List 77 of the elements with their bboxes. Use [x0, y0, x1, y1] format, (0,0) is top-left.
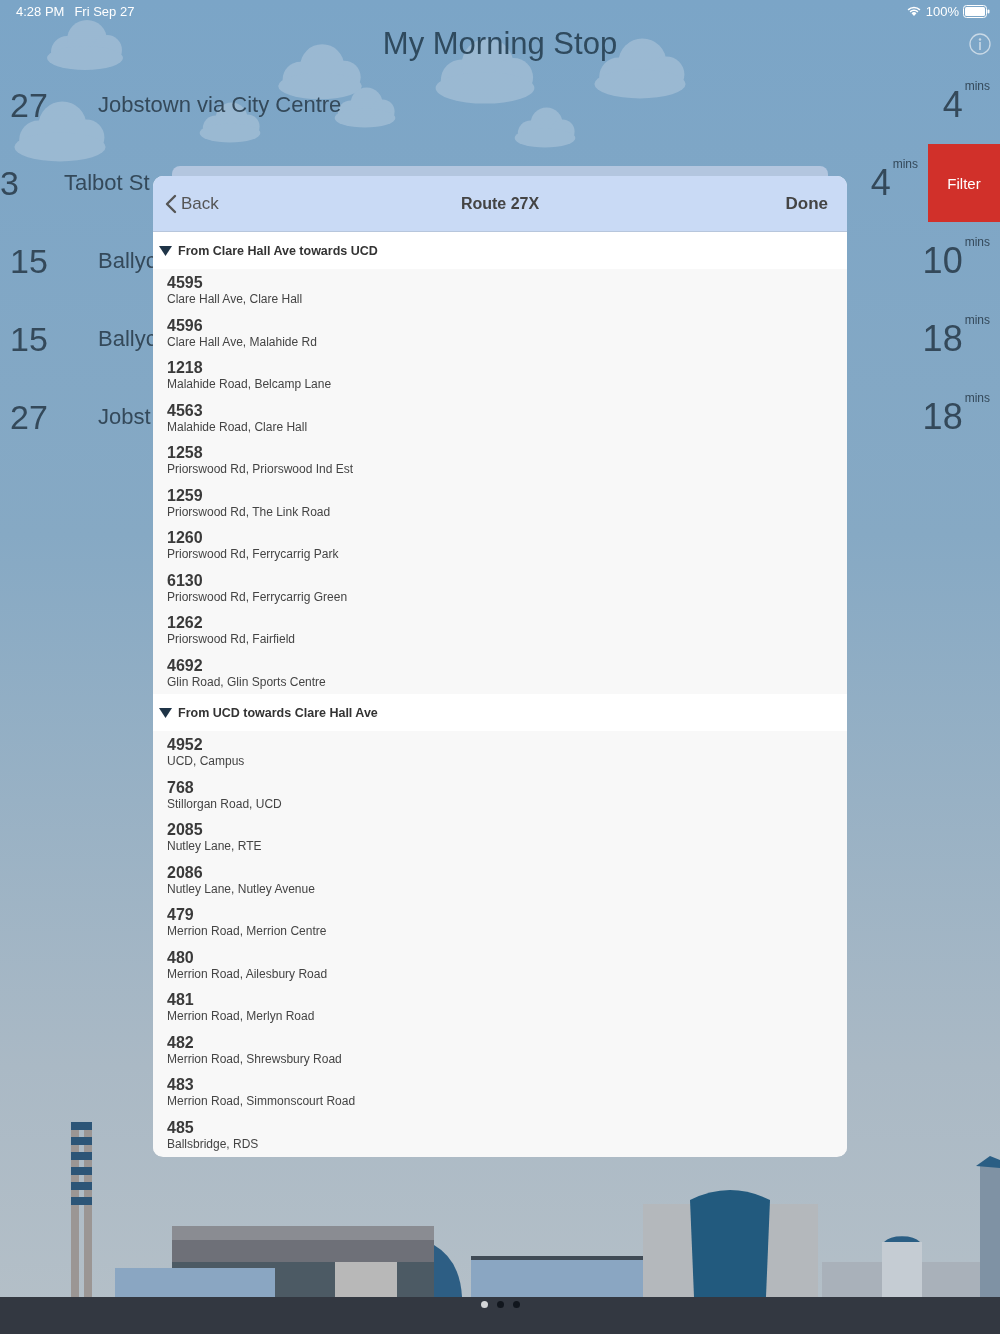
stop-number: 1218 — [167, 358, 203, 378]
stop-number: 6130 — [167, 570, 203, 590]
minutes-unit: mins — [964, 313, 990, 327]
stop-name: Stillorgan Road, UCD — [167, 796, 282, 812]
due-minutes: 4 — [870, 163, 891, 203]
due-minutes: 18 — [922, 397, 963, 437]
due-minutes: 4 — [942, 85, 963, 125]
wifi-icon — [905, 5, 922, 17]
stop-name: Merrion Road, Ailesbury Road — [167, 966, 328, 982]
stop-name: Merrion Road, Merrion Centre — [167, 924, 327, 940]
destination: Talbot St — [64, 170, 150, 196]
stop-number: 768 — [167, 777, 194, 797]
page-dot[interactable] — [496, 1301, 504, 1308]
minutes-unit: mins — [964, 391, 990, 405]
stop-number: 481 — [167, 990, 194, 1010]
stop-name: Malahide Road, Clare Hall — [167, 419, 308, 435]
stop-name: Merrion Road, Merlyn Road — [167, 1009, 315, 1025]
section-header[interactable]: From UCD towards Clare Hall Ave — [153, 694, 847, 731]
stop-name: Nutley Lane, Nutley Avenue — [167, 881, 315, 897]
route-number: 3 — [0, 163, 20, 203]
stop-name: Priorswood Rd, Ferrycarrig Park — [167, 547, 339, 563]
section-header[interactable]: From Clare Hall Ave towards UCD — [153, 232, 847, 269]
stop-number: 4952 — [167, 735, 203, 755]
done-button[interactable]: Done — [785, 193, 828, 214]
destination: Jobst — [98, 404, 151, 430]
stop-name: Priorswood Rd, Ferrycarrig Green — [167, 589, 348, 605]
stop-name: Merrion Road, Simmonscourt Road — [167, 1094, 356, 1110]
route-number: 27 — [10, 85, 49, 125]
sheet-title: Route 27X — [460, 194, 540, 213]
due-minutes: 18 — [922, 319, 963, 359]
stop-name: UCD, Campus — [167, 754, 245, 770]
stop-number: 2086 — [167, 862, 203, 882]
page-dot[interactable] — [512, 1301, 520, 1308]
stop-name: Nutley Lane, RTE — [167, 839, 262, 855]
stop-number: 4563 — [167, 400, 203, 420]
route-number: 15 — [10, 241, 49, 281]
stop-number: 1258 — [167, 443, 203, 463]
stop-name: Merrion Road, Shrewsbury Road — [167, 1051, 342, 1067]
stop-name: Priorswood Rd, The Link Road — [167, 504, 331, 520]
stop-number: 1259 — [167, 485, 203, 505]
stop-name: Clare Hall Ave, Clare Hall — [167, 292, 303, 308]
stop-number: 2085 — [167, 820, 203, 840]
minutes-unit: mins — [892, 157, 918, 171]
status-date: Fri Sep 27 — [74, 3, 135, 19]
stop-number: 1262 — [167, 613, 203, 633]
stop-name: Glin Road, Glin Sports Centre — [167, 674, 326, 690]
minutes-unit: mins — [964, 79, 990, 93]
stop-number: 4596 — [167, 315, 203, 335]
back-button[interactable]: Back — [165, 193, 219, 214]
battery-icon — [963, 4, 990, 18]
minutes-unit: mins — [964, 235, 990, 249]
stop-number: 480 — [167, 947, 194, 967]
stop-name: Malahide Road, Belcamp Lane — [167, 377, 332, 393]
section-title: From UCD towards Clare Hall Ave — [178, 705, 378, 720]
stop-number: 1260 — [167, 528, 203, 548]
stop-number: 483 — [167, 1075, 194, 1095]
stop-number: 485 — [167, 1117, 194, 1137]
chevron-left-icon — [165, 193, 177, 214]
info-icon[interactable] — [969, 33, 991, 55]
stop-number: 4692 — [167, 655, 203, 675]
stop-number: 479 — [167, 905, 194, 925]
destination: Jobstown via City Centre — [98, 92, 342, 118]
filter-button[interactable]: Filter — [928, 144, 1000, 222]
status-time: 4:28 PM — [16, 3, 65, 19]
due-minutes: 10 — [922, 241, 963, 281]
stop-name: Ballsbridge, RDS — [167, 1136, 259, 1152]
route-number: 15 — [10, 319, 49, 359]
stop-name: Clare Hall Ave, Malahide Rd — [167, 334, 317, 350]
section-title: From Clare Hall Ave towards UCD — [178, 243, 378, 258]
route-number: 27 — [10, 397, 49, 437]
stop-number: 4595 — [167, 273, 203, 293]
stop-number: 482 — [167, 1032, 194, 1052]
page-dot[interactable] — [480, 1301, 488, 1308]
battery-percentage: 100% — [925, 3, 959, 19]
stop-name: Priorswood Rd, Fairfield — [167, 632, 296, 648]
stop-name: Priorswood Rd, Priorswood Ind Est — [167, 462, 354, 478]
app-title: My Morning Stop — [382, 26, 618, 62]
